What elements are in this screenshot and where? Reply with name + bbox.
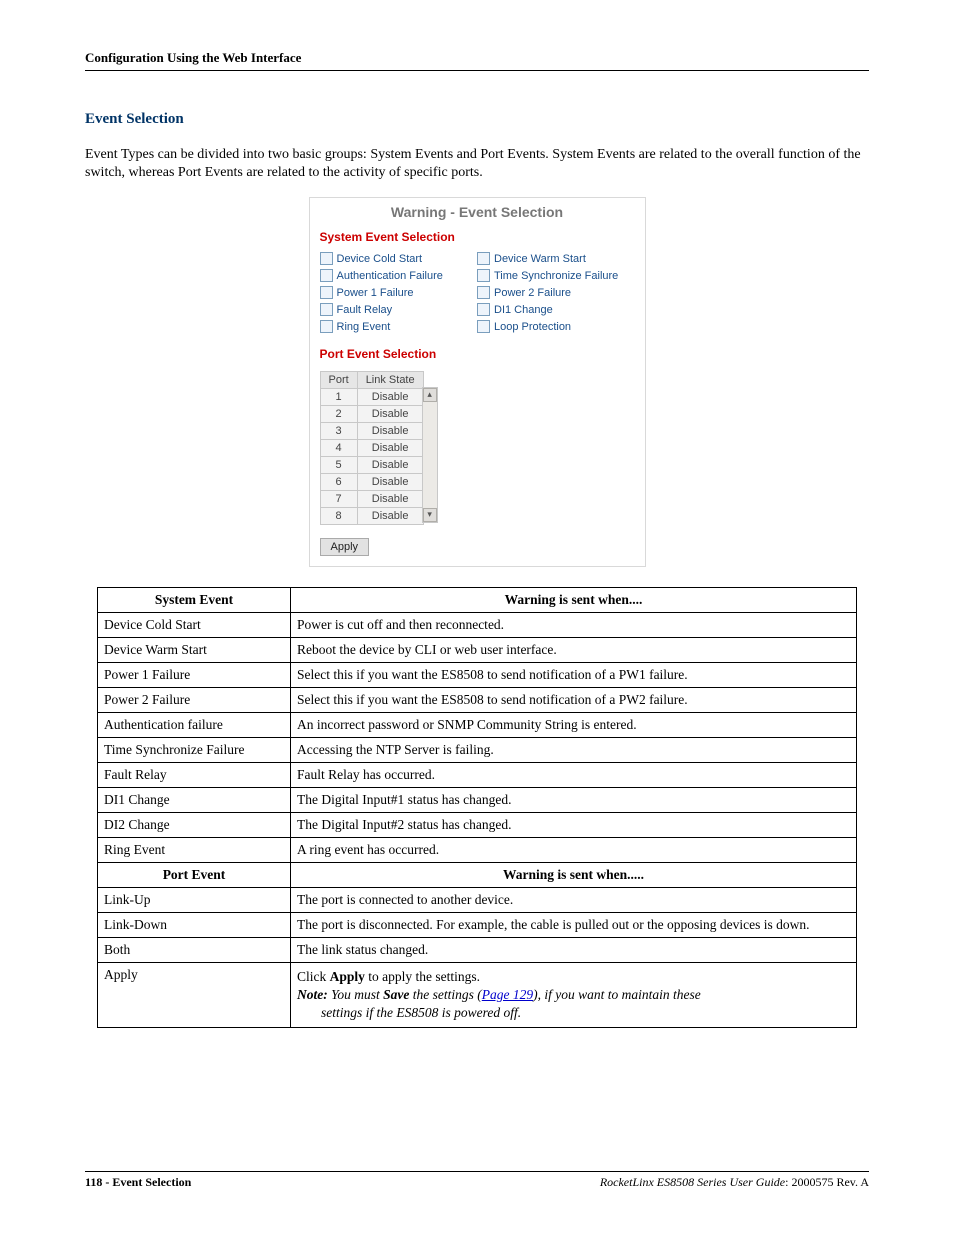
- table-row: Select this if you want the ES8508 to se…: [291, 688, 857, 713]
- table-row: Time Synchronize Failure: [98, 738, 291, 763]
- check-label: Device Cold Start: [337, 253, 423, 265]
- table-row: Authentication failure: [98, 713, 291, 738]
- scrollbar[interactable]: ▴ ▾: [422, 387, 438, 523]
- note-tail1: ), if you want to maintain these: [533, 987, 701, 1002]
- checkbox[interactable]: [477, 320, 490, 333]
- scroll-up-icon[interactable]: ▴: [423, 388, 437, 402]
- linkstate-cell[interactable]: Disable: [357, 389, 423, 406]
- description-table: System Event Warning is sent when.... De…: [97, 587, 857, 1028]
- port-cell: 2: [320, 406, 357, 423]
- table-row: The port is connected to another device.: [291, 888, 857, 913]
- check-label: Loop Protection: [494, 321, 571, 333]
- table-row: Select this if you want the ES8508 to se…: [291, 663, 857, 688]
- linkstate-cell[interactable]: Disable: [357, 406, 423, 423]
- table-row: A ring event has occurred.: [291, 838, 857, 863]
- checkbox[interactable]: [477, 269, 490, 282]
- port-cell: 7: [320, 491, 357, 508]
- table-row: DI1 Change: [98, 788, 291, 813]
- apply-click-text: Click: [297, 969, 330, 984]
- port-event-title: Port Event Selection: [320, 347, 635, 361]
- table-row: Power is cut off and then reconnected.: [291, 613, 857, 638]
- system-event-title: System Event Selection: [320, 230, 635, 244]
- port-event-header: Port Event: [98, 863, 291, 888]
- apply-row-desc: Click Apply to apply the settings. Note:…: [291, 963, 857, 1028]
- linkstate-cell[interactable]: Disable: [357, 423, 423, 440]
- note-lead: Note:: [297, 987, 328, 1002]
- check-label: DI1 Change: [494, 304, 553, 316]
- sys-event-header: System Event: [98, 588, 291, 613]
- table-row: Ring Event: [98, 838, 291, 863]
- linkstate-cell[interactable]: Disable: [357, 440, 423, 457]
- table-row: Power 2 Failure: [98, 688, 291, 713]
- table-row: DI2 Change: [98, 813, 291, 838]
- table-row: Device Warm Start: [98, 638, 291, 663]
- checkbox[interactable]: [477, 303, 490, 316]
- port-cell: 3: [320, 423, 357, 440]
- port-warning-header: Warning is sent when.....: [291, 863, 857, 888]
- table-row: The Digital Input#2 status has changed.: [291, 813, 857, 838]
- table-row: Fault Relay has occurred.: [291, 763, 857, 788]
- footer-left: 118 - Event Selection: [85, 1175, 191, 1189]
- table-row: The link status changed.: [291, 938, 857, 963]
- table-row: An incorrect password or SNMP Community …: [291, 713, 857, 738]
- table-row: The Digital Input#1 status has changed.: [291, 788, 857, 813]
- port-table-wrap: Port Link State 1Disable 2Disable 3Disab…: [320, 367, 424, 525]
- check-label: Device Warm Start: [494, 253, 586, 265]
- apply-button[interactable]: Apply: [320, 538, 370, 556]
- linkstate-cell[interactable]: Disable: [357, 457, 423, 474]
- check-label: Authentication Failure: [337, 270, 443, 282]
- port-cell: 4: [320, 440, 357, 457]
- checkbox[interactable]: [320, 252, 333, 265]
- checkbox[interactable]: [477, 286, 490, 299]
- table-row: Fault Relay: [98, 763, 291, 788]
- port-cell: 6: [320, 474, 357, 491]
- check-label: Ring Event: [337, 321, 391, 333]
- event-selection-panel: Warning - Event Selection System Event S…: [309, 197, 646, 567]
- check-label: Fault Relay: [337, 304, 393, 316]
- footer-rev: : 2000575 Rev. A: [785, 1175, 869, 1189]
- intro-paragraph: Event Types can be divided into two basi…: [85, 146, 869, 181]
- check-label: Power 2 Failure: [494, 287, 571, 299]
- apply-row-label: Apply: [98, 963, 291, 1028]
- port-cell: 1: [320, 389, 357, 406]
- table-row: Accessing the NTP Server is failing.: [291, 738, 857, 763]
- checkbox[interactable]: [320, 320, 333, 333]
- check-label: Power 1 Failure: [337, 287, 414, 299]
- port-col-header: Port: [320, 372, 357, 389]
- apply-bold: Apply: [330, 969, 365, 984]
- checkbox[interactable]: [320, 303, 333, 316]
- page-link[interactable]: Page 129: [482, 987, 533, 1002]
- sys-warning-header: Warning is sent when....: [291, 588, 857, 613]
- table-row: The port is disconnected. For example, t…: [291, 913, 857, 938]
- scroll-down-icon[interactable]: ▾: [423, 508, 437, 522]
- note-mid1: You must: [328, 987, 383, 1002]
- checkbox[interactable]: [477, 252, 490, 265]
- footer-title: RocketLinx ES8508 Series User Guide: [600, 1175, 785, 1189]
- panel-title: Warning - Event Selection: [320, 204, 635, 220]
- linkstate-cell[interactable]: Disable: [357, 474, 423, 491]
- apply-click-tail: to apply the settings.: [365, 969, 480, 984]
- system-event-checks: Device Cold Start Device Warm Start Auth…: [320, 250, 635, 335]
- table-row: Reboot the device by CLI or web user int…: [291, 638, 857, 663]
- port-event-table: Port Link State 1Disable 2Disable 3Disab…: [320, 371, 424, 525]
- check-label: Time Synchronize Failure: [494, 270, 618, 282]
- table-row: Link-Up: [98, 888, 291, 913]
- linkstate-cell[interactable]: Disable: [357, 508, 423, 525]
- linkstate-col-header: Link State: [357, 372, 423, 389]
- port-cell: 8: [320, 508, 357, 525]
- section-heading: Event Selection: [85, 111, 869, 128]
- table-row: Both: [98, 938, 291, 963]
- checkbox[interactable]: [320, 286, 333, 299]
- table-row: Power 1 Failure: [98, 663, 291, 688]
- linkstate-cell[interactable]: Disable: [357, 491, 423, 508]
- running-header: Configuration Using the Web Interface: [85, 50, 869, 71]
- table-row: Link-Down: [98, 913, 291, 938]
- page-footer: 118 - Event Selection RocketLinx ES8508 …: [85, 1171, 869, 1190]
- table-row: Device Cold Start: [98, 613, 291, 638]
- note-save: Save: [383, 987, 409, 1002]
- note-mid2: the settings (: [409, 987, 481, 1002]
- note-line2: settings if the ES8508 is powered off.: [321, 1005, 521, 1020]
- port-cell: 5: [320, 457, 357, 474]
- checkbox[interactable]: [320, 269, 333, 282]
